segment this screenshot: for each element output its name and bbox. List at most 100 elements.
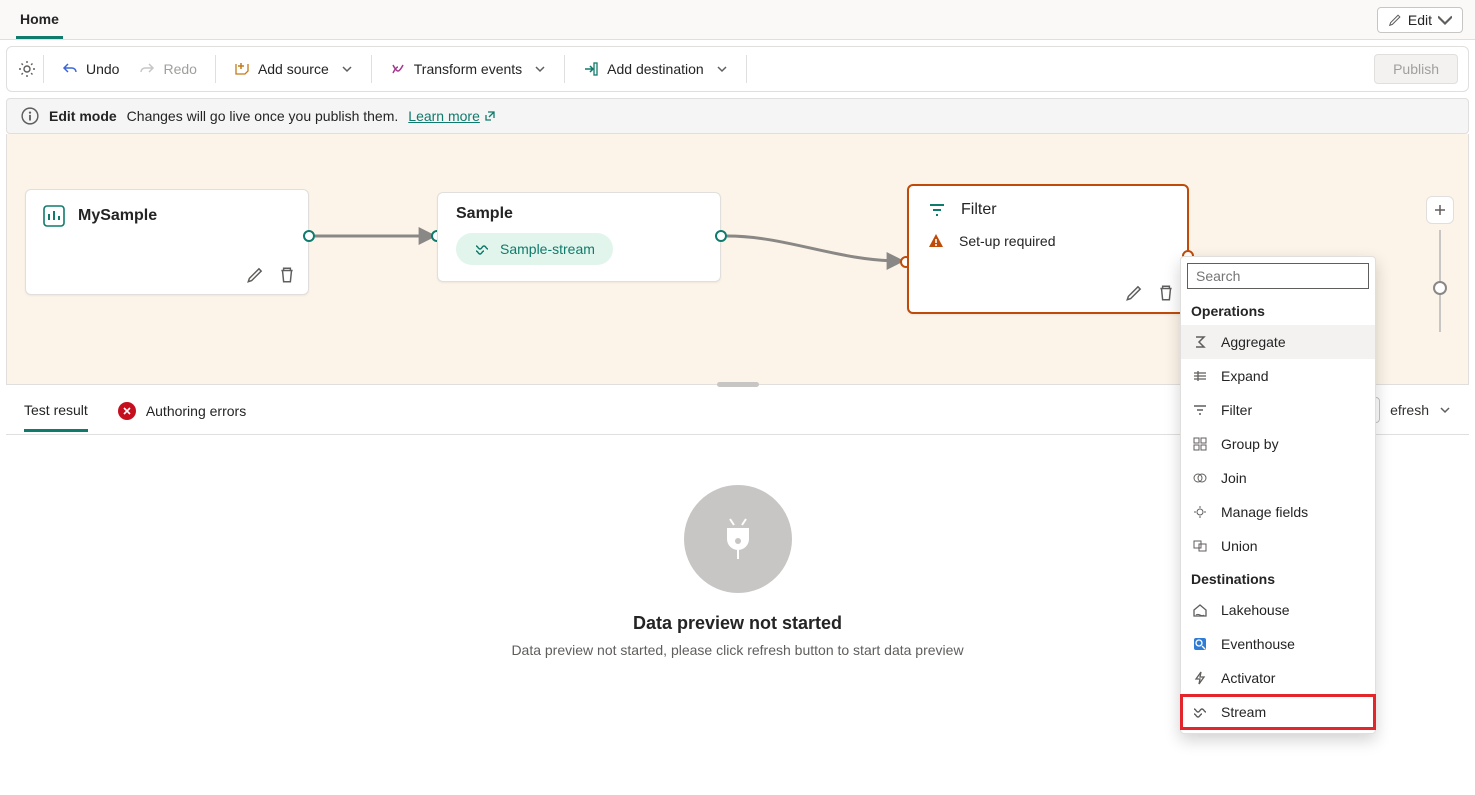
chevron-down-icon [716, 63, 728, 75]
learn-more-label: Learn more [408, 108, 480, 124]
refresh-label[interactable]: efresh [1390, 402, 1429, 418]
add-destination-button[interactable]: Add destination [573, 55, 738, 83]
edit-node-button[interactable] [244, 264, 266, 286]
zoom-thumb[interactable] [1433, 281, 1447, 295]
edit-node-button[interactable] [1123, 282, 1145, 304]
delete-node-button[interactable] [1155, 282, 1177, 304]
filter-icon [927, 200, 947, 220]
edit-button[interactable]: Edit [1377, 7, 1463, 33]
node-filter[interactable]: Filter Set-up required [907, 184, 1189, 314]
redo-label: Redo [163, 61, 196, 77]
union-icon [1191, 537, 1209, 555]
port-mysample-out[interactable] [303, 230, 315, 242]
tab-authoring-errors[interactable]: Authoring errors [118, 388, 246, 431]
add-source-button[interactable]: Add source [224, 55, 363, 83]
trash-icon [1157, 284, 1175, 302]
splitter-grip[interactable] [717, 382, 759, 387]
chevron-down-icon [534, 63, 546, 75]
dropdown-item-label: Eventhouse [1221, 636, 1295, 652]
dropdown-item-lakehouse[interactable]: Lakehouse [1181, 593, 1375, 627]
dropdown-item-label: Join [1221, 470, 1247, 486]
dropdown-item-stream[interactable]: Stream [1181, 695, 1375, 729]
dropdown-item-eventhouse[interactable]: Eventhouse [1181, 627, 1375, 661]
node-mysample[interactable]: MySample [25, 189, 309, 295]
add-destination-label: Add destination [607, 61, 704, 77]
activator-icon [1191, 669, 1209, 687]
zoom-control [1426, 196, 1454, 366]
edge-mysample-sample [315, 226, 439, 246]
node-sample[interactable]: Sample Sample-stream [437, 192, 721, 282]
delete-node-button[interactable] [276, 264, 298, 286]
error-badge-icon [118, 402, 136, 420]
add-source-icon [234, 61, 250, 77]
node-mysample-title: MySample [78, 207, 157, 225]
join-icon [1191, 469, 1209, 487]
info-mode-label: Edit mode [49, 108, 117, 124]
dropdown-item-aggregate[interactable]: Aggregate [1181, 325, 1375, 359]
dropdown-item-label: Lakehouse [1221, 602, 1290, 618]
stream-icon [1191, 703, 1209, 721]
dropdown-item-manage-fields[interactable]: Manage fields [1181, 495, 1375, 529]
external-link-icon [484, 110, 496, 122]
publish-button[interactable]: Publish [1374, 54, 1458, 84]
info-icon [21, 107, 39, 125]
node-sample-title: Sample [456, 205, 702, 223]
dropdown-item-group-by[interactable]: Group by [1181, 427, 1375, 461]
tab-authoring-errors-label: Authoring errors [146, 403, 246, 419]
trash-icon [278, 266, 296, 284]
tab-test-result[interactable]: Test result [24, 388, 88, 432]
node-filter-warning: Set-up required [959, 233, 1056, 249]
chart-icon [42, 204, 66, 228]
toolbar: Undo Redo Add source Transform events Ad… [6, 46, 1469, 92]
learn-more-link[interactable]: Learn more [408, 108, 496, 124]
dropdown-item-activator[interactable]: Activator [1181, 661, 1375, 695]
dropdown-item-label: Filter [1221, 402, 1252, 418]
dropdown-item-label: Aggregate [1221, 334, 1286, 350]
dropdown-group-operations: Operations [1181, 295, 1375, 325]
dropdown-item-union[interactable]: Union [1181, 529, 1375, 563]
undo-label: Undo [86, 61, 119, 77]
dropdown-item-label: Union [1221, 538, 1258, 554]
port-sample-out[interactable] [715, 230, 727, 242]
preview-title: Data preview not started [633, 613, 842, 634]
stream-pill-label: Sample-stream [500, 241, 595, 257]
tab-test-result-label: Test result [24, 402, 88, 418]
transform-events-label: Transform events [414, 61, 522, 77]
group-by-icon [1191, 435, 1209, 453]
gear-icon [17, 59, 37, 79]
pencil-icon [246, 266, 264, 284]
chevron-down-icon[interactable] [1439, 404, 1451, 416]
plug-icon [684, 485, 792, 593]
dropdown-item-join[interactable]: Join [1181, 461, 1375, 495]
dropdown-item-expand[interactable]: Expand [1181, 359, 1375, 393]
dropdown-item-label: Group by [1221, 436, 1279, 452]
eventhouse-icon [1191, 635, 1209, 653]
filter-icon [1191, 401, 1209, 419]
lakehouse-icon [1191, 601, 1209, 619]
dropdown-search-input[interactable] [1187, 263, 1369, 289]
dropdown-item-filter[interactable]: Filter [1181, 393, 1375, 427]
caret-down-icon [1438, 13, 1452, 27]
transform-events-button[interactable]: Transform events [380, 55, 556, 83]
undo-button[interactable]: Undo [52, 55, 129, 83]
zoom-track[interactable] [1439, 230, 1441, 332]
dropdown-item-label: Expand [1221, 368, 1268, 384]
redo-button[interactable]: Redo [129, 55, 206, 83]
pencil-icon [1388, 13, 1402, 27]
redo-icon [139, 61, 155, 77]
manage-fields-icon [1191, 503, 1209, 521]
settings-button[interactable] [11, 53, 43, 85]
preview-subtitle: Data preview not started, please click r… [511, 642, 963, 658]
stream-icon [474, 241, 490, 257]
info-message: Changes will go live once you publish th… [127, 108, 399, 124]
stream-pill[interactable]: Sample-stream [456, 233, 613, 265]
transform-icon [390, 61, 406, 77]
expand-icon [1191, 367, 1209, 385]
divider [746, 55, 747, 83]
zoom-in-button[interactable] [1426, 196, 1454, 224]
add-dropdown: Operations Aggregate Expand Filter Group… [1180, 256, 1376, 734]
chevron-down-icon [341, 63, 353, 75]
dropdown-group-destinations: Destinations [1181, 563, 1375, 593]
tab-home[interactable]: Home [16, 1, 63, 39]
add-source-label: Add source [258, 61, 329, 77]
